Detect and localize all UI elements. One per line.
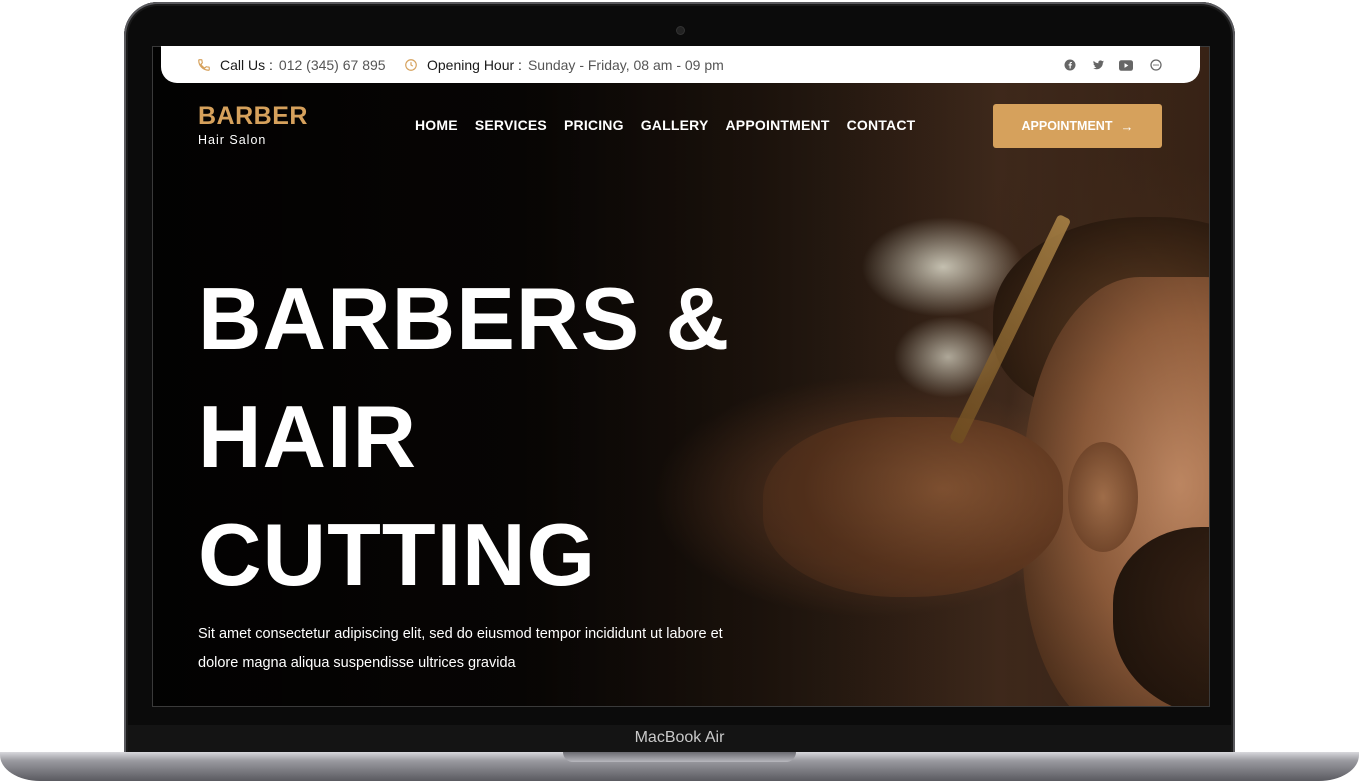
call-info: Call Us : 012 (345) 67 895 bbox=[197, 46, 386, 83]
nav-item-pricing[interactable]: PRICING bbox=[564, 117, 624, 133]
main-navigation: HOME SERVICES PRICING GALLERY APPOINTMEN… bbox=[415, 117, 932, 133]
hero-headline: BARBERS & HAIR CUTTING bbox=[198, 260, 730, 614]
hero-description-line: dolore magna aliqua suspendisse ultrices… bbox=[198, 655, 516, 671]
nav-item-home[interactable]: HOME bbox=[415, 117, 458, 133]
hero-headline-line: BARBERS & bbox=[198, 269, 731, 368]
phone-icon bbox=[198, 58, 210, 71]
hours-label: Opening Hour : bbox=[427, 56, 522, 73]
call-label: Call Us : bbox=[220, 56, 273, 73]
hero-description-line: Sit amet consectetur adipiscing elit, se… bbox=[198, 626, 723, 642]
nav-item-services[interactable]: SERVICES bbox=[475, 117, 547, 133]
chat-icon[interactable] bbox=[1149, 58, 1163, 72]
hours-value: Sunday - Friday, 08 am - 09 pm bbox=[527, 56, 724, 73]
laptop-hinge: MacBook Air bbox=[128, 725, 1231, 752]
site-logo[interactable]: BARBER Hair Salon bbox=[198, 102, 308, 147]
top-info-bar: Call Us : 012 (345) 67 895 Opening Hour … bbox=[161, 46, 1200, 83]
clock-icon bbox=[405, 58, 417, 71]
arrow-right-icon: → bbox=[1120, 118, 1134, 134]
nav-item-contact[interactable]: CONTACT bbox=[847, 117, 916, 133]
appointment-button-label: APPOINTMENT bbox=[1021, 119, 1113, 133]
nav-item-appointment[interactable]: APPOINTMENT bbox=[726, 117, 830, 133]
twitter-icon[interactable] bbox=[1091, 58, 1105, 72]
brand-tagline: Hair Salon bbox=[198, 133, 267, 147]
hero-headline-line: HAIR bbox=[198, 387, 418, 486]
appointment-button[interactable]: APPOINTMENT → bbox=[993, 104, 1162, 148]
facebook-icon[interactable] bbox=[1063, 58, 1077, 72]
device-label: MacBook Air bbox=[634, 729, 725, 746]
camera-icon bbox=[677, 27, 684, 34]
youtube-icon[interactable] bbox=[1119, 58, 1133, 72]
hero-description: Sit amet consectetur adipiscing elit, se… bbox=[198, 620, 758, 678]
nav-item-gallery[interactable]: GALLERY bbox=[641, 117, 709, 133]
hero-headline-line: CUTTING bbox=[198, 505, 597, 604]
brand-name: BARBER bbox=[198, 102, 308, 130]
opening-hours: Opening Hour : Sunday - Friday, 08 am - … bbox=[404, 46, 724, 83]
laptop-notch bbox=[563, 752, 796, 762]
call-value[interactable]: 012 (345) 67 895 bbox=[279, 57, 386, 73]
